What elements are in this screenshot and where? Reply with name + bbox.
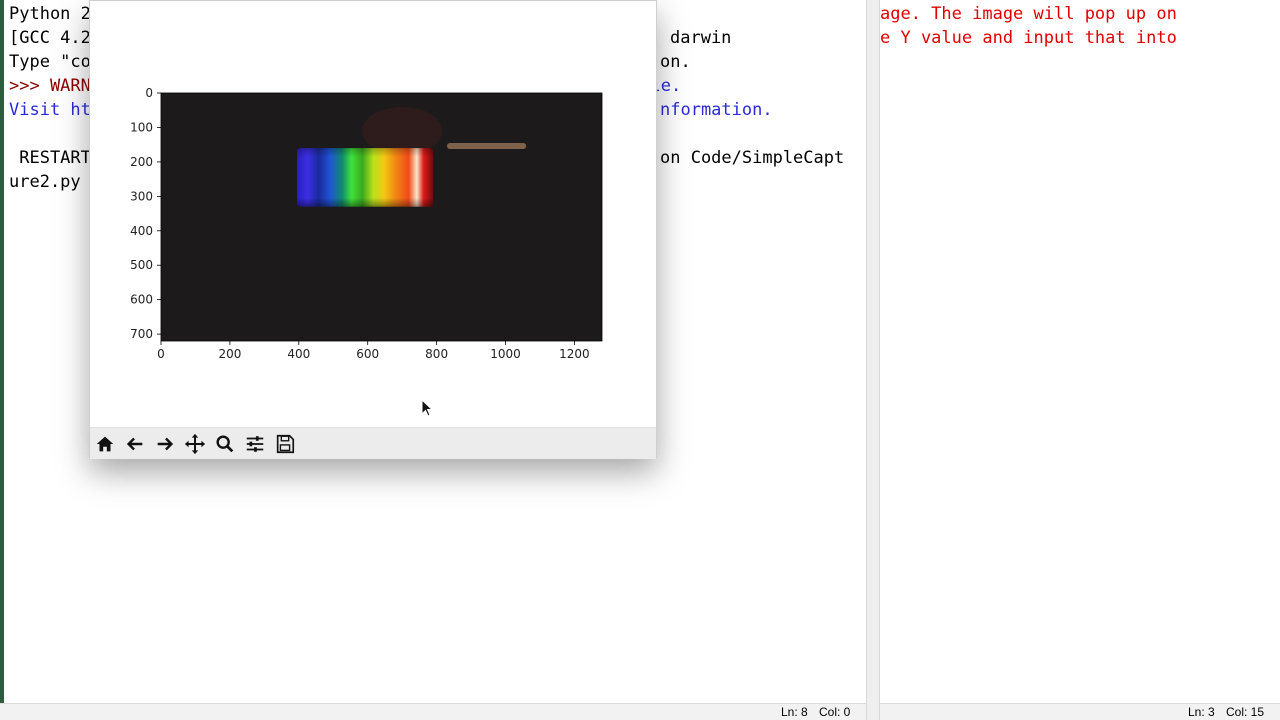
shell-fragment: darwin [670, 28, 732, 48]
y-tick-label: 0 [145, 86, 153, 100]
editor-line: age. The image will pop up on [880, 4, 1177, 24]
mouse-cursor-icon [421, 399, 434, 417]
y-tick-label: 300 [130, 189, 153, 203]
editor-line: e Y value and input that into [880, 28, 1177, 48]
magnifier-icon [216, 435, 234, 453]
shell-line-number: Ln: 8 [781, 705, 808, 719]
editor-col-number: Col: 15 [1226, 705, 1265, 719]
y-tick-label: 700 [130, 327, 153, 341]
y-tick-label: 500 [130, 258, 153, 272]
shell-statusbar: Ln: 8 Col: 0 [0, 703, 866, 720]
shell-fragment: nformation. [660, 100, 773, 120]
sliders-icon [246, 436, 264, 452]
editor-window[interactable]: age. The image will pop up on e Y value … [880, 0, 1280, 720]
pan-button[interactable] [182, 431, 208, 457]
y-tick-label: 100 [130, 120, 153, 134]
figure-canvas[interactable]: 0 200 400 600 800 1000 1200 0 100 200 300 400 500 600… [90, 1, 656, 425]
editor-statusbar: Ln: 3 Col: 15 [880, 703, 1280, 720]
x-tick-label: 400 [287, 347, 310, 361]
floppy-icon [276, 434, 295, 454]
x-tick-label: 1200 [559, 347, 590, 361]
x-tick-label: 600 [356, 347, 379, 361]
editor-line-number: Ln: 3 [1188, 705, 1215, 719]
window-divider [866, 0, 880, 720]
home-button[interactable] [92, 431, 118, 457]
y-tick-label: 200 [130, 155, 153, 169]
light-streak [446, 142, 527, 149]
zoom-button[interactable] [212, 431, 238, 457]
figure-toolbar [90, 427, 656, 459]
forward-button[interactable] [152, 431, 178, 457]
x-tick-label: 1000 [490, 347, 521, 361]
home-icon [96, 436, 114, 452]
shell-fragment: on Code/SimpleCapt [660, 148, 845, 168]
y-tick-label: 400 [130, 224, 153, 238]
x-tick-label: 0 [157, 347, 165, 361]
arrow-right-icon [157, 437, 174, 451]
subplots-button[interactable] [242, 431, 268, 457]
arrow-left-icon [126, 437, 143, 451]
figure-window[interactable]: 0 200 400 600 800 1000 1200 0 100 200 300 400 500 600… [89, 0, 657, 459]
shell-fragment: on. [660, 52, 691, 72]
plot-area: 0 200 400 600 800 1000 1200 0 100 200 300 400 500 600… [130, 86, 603, 361]
image-glow [362, 106, 443, 155]
y-tick-label: 600 [130, 293, 153, 307]
x-tick-label: 800 [425, 347, 448, 361]
spectrum-shading [297, 148, 434, 207]
save-button[interactable] [272, 431, 298, 457]
move-icon [184, 433, 206, 455]
back-button[interactable] [122, 431, 148, 457]
x-tick-label: 200 [218, 347, 241, 361]
shell-col-number: Col: 0 [819, 705, 851, 719]
